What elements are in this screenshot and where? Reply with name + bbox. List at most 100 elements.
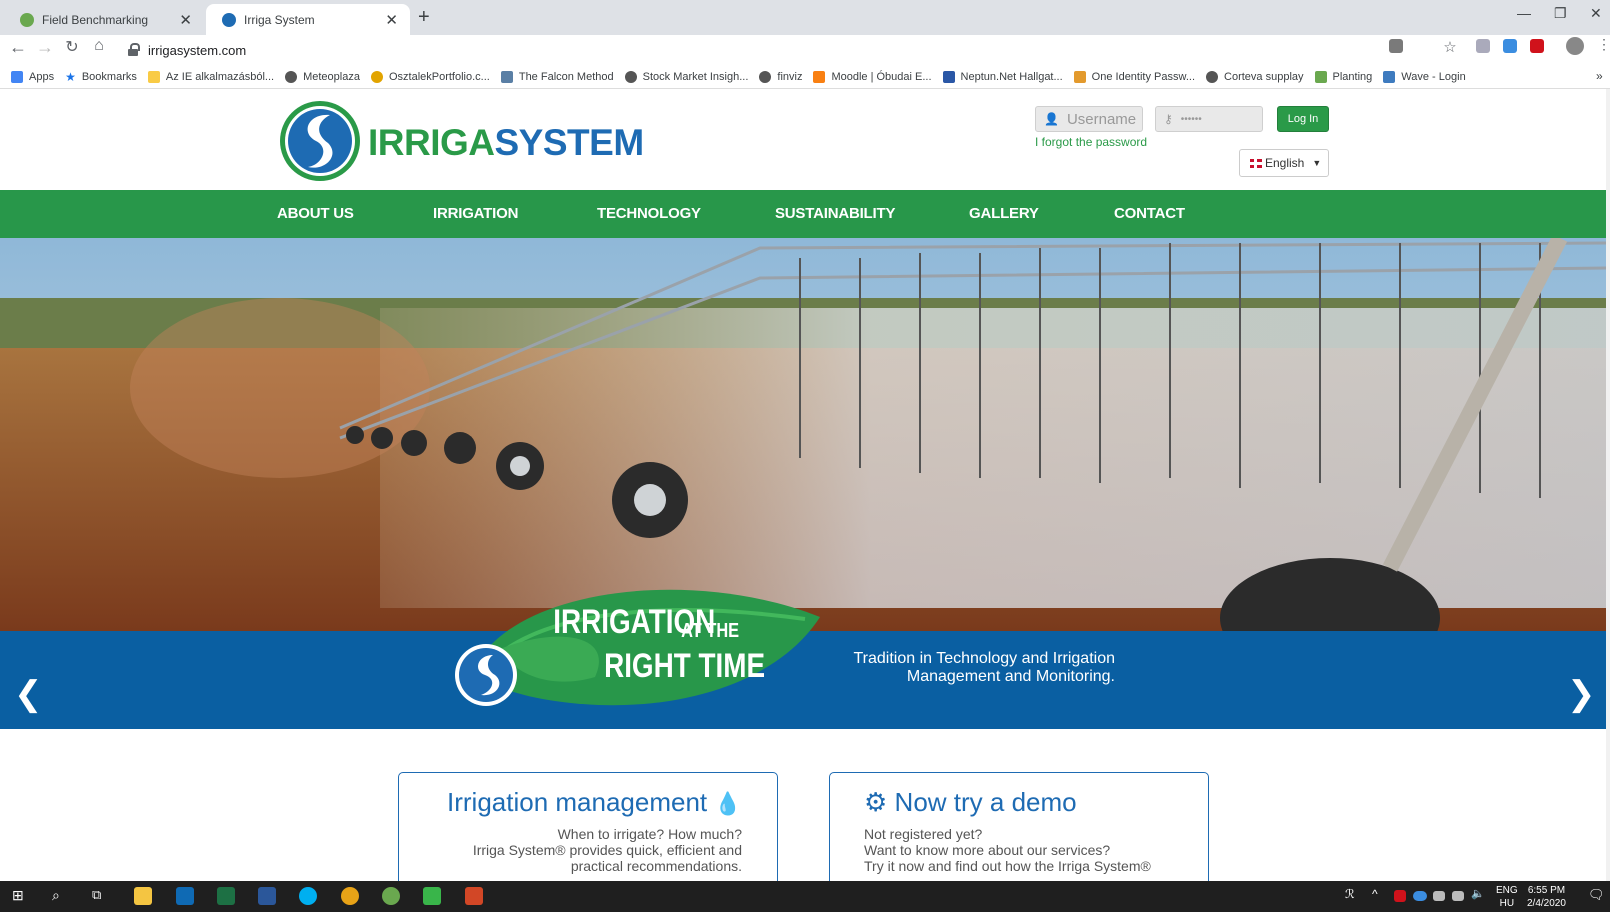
- start-icon[interactable]: ⊞: [12, 887, 30, 905]
- bookmark-finviz[interactable]: finviz: [759, 70, 802, 83]
- word-icon[interactable]: [258, 887, 276, 905]
- folder-icon: [147, 70, 160, 83]
- close-icon[interactable]: ✕: [179, 11, 192, 29]
- bookmark-star-icon[interactable]: ☆: [1438, 38, 1462, 56]
- volume-icon[interactable]: 🔈: [1471, 887, 1489, 905]
- windows-taskbar: ⊞ ⌕ ⧉ ℛ ^ 🔈 ENG HU 6:55 PM 2/4/2020 🗨: [0, 881, 1610, 912]
- bookmark-one-identity[interactable]: One Identity Passw...: [1073, 70, 1195, 83]
- site-icon: [1314, 70, 1327, 83]
- restore-icon[interactable]: ❐: [1554, 5, 1567, 22]
- globe-icon: [624, 70, 637, 83]
- network-icon[interactable]: [1452, 891, 1464, 901]
- bookmark-neptun[interactable]: Neptun.Net Hallgat...: [942, 70, 1063, 83]
- system-clock[interactable]: 6:55 PM 2/4/2020: [1527, 884, 1566, 910]
- bookmarks-overflow-icon[interactable]: »: [1596, 69, 1603, 83]
- outlook-icon[interactable]: [176, 887, 194, 905]
- login-button[interactable]: Log In: [1277, 106, 1329, 132]
- nav-contact[interactable]: CONTACT: [1114, 205, 1185, 222]
- moodle-icon: [813, 70, 826, 83]
- bookmark-moodle[interactable]: Moodle | Óbudai E...: [813, 70, 932, 83]
- tray-app-icon[interactable]: [1394, 890, 1406, 902]
- bookmark-stock-market[interactable]: Stock Market Insigh...: [624, 70, 748, 83]
- hero-irrigation-photo: [0, 238, 1606, 631]
- file-explorer-icon[interactable]: [134, 887, 152, 905]
- nav-technology[interactable]: TECHNOLOGY: [597, 205, 701, 222]
- nav-irrigation[interactable]: IRRIGATION: [433, 205, 518, 222]
- task-view-icon[interactable]: ⧉: [92, 887, 110, 905]
- slogan-right-time: RIGHT TIME: [604, 646, 765, 684]
- neptun-icon: [942, 70, 955, 83]
- home-icon[interactable]: ⌂: [87, 37, 111, 55]
- bookmark-osztalek[interactable]: OsztalekPortfolio.c...: [370, 70, 490, 83]
- key-icon: ⚷: [1164, 112, 1173, 126]
- language-select[interactable]: English ▼: [1239, 149, 1329, 177]
- apps-icon: [11, 70, 23, 83]
- close-icon[interactable]: ✕: [385, 11, 398, 29]
- tab-field-benchmarking[interactable]: Field Benchmarking ✕: [4, 4, 204, 35]
- notifications-icon[interactable]: 🗨: [1588, 887, 1606, 905]
- menu-icon[interactable]: ⋮: [1597, 36, 1610, 52]
- onedrive-icon[interactable]: [1413, 891, 1427, 901]
- card-text: When to irrigate? How much? Irriga Syste…: [472, 826, 742, 874]
- water-drop-icon: 💧: [714, 791, 742, 816]
- nav-sustainability[interactable]: SUSTAINABILITY: [775, 205, 895, 222]
- forward-icon[interactable]: →: [33, 37, 57, 58]
- bookmark-falcon[interactable]: The Falcon Method: [500, 70, 614, 83]
- tab-favicon-icon: [222, 12, 236, 27]
- back-icon[interactable]: ←: [6, 37, 30, 58]
- powerpoint-icon[interactable]: [465, 887, 483, 905]
- globe-icon: [1206, 70, 1219, 83]
- bookmark-folder[interactable]: Az IE alkalmazásból...: [147, 70, 274, 83]
- card-irrigation-management[interactable]: Irrigation management 💧 When to irrigate…: [398, 772, 778, 881]
- globe-icon: [285, 70, 298, 83]
- extension-icon[interactable]: [1476, 39, 1490, 53]
- bookmark-bookmarks[interactable]: ★ Bookmarks: [65, 71, 137, 83]
- tab-irriga-system[interactable]: Irriga System ✕: [206, 4, 410, 35]
- browser-toolbar: ← → ↻ ⌂ irrigasystem.com ⚿ ☆: [0, 35, 1610, 65]
- bookmark-apps[interactable]: Apps: [11, 70, 54, 83]
- page-scrollbar[interactable]: [1606, 89, 1610, 881]
- qgis-icon[interactable]: [382, 887, 400, 905]
- excel-icon[interactable]: [217, 887, 235, 905]
- reload-icon[interactable]: ↻: [60, 37, 84, 57]
- people-icon[interactable]: ℛ: [1345, 887, 1363, 905]
- nav-about-us[interactable]: ABOUT US: [277, 205, 354, 222]
- carousel-next-icon[interactable]: ❯: [1567, 674, 1596, 714]
- nav-gallery[interactable]: GALLERY: [969, 205, 1039, 222]
- username-input[interactable]: 👤 Username: [1035, 106, 1143, 132]
- skype-icon[interactable]: [299, 887, 317, 905]
- input-language-indicator[interactable]: ENG HU: [1496, 884, 1518, 910]
- address-bar[interactable]: irrigasystem.com: [118, 37, 1374, 63]
- bookmark-wave[interactable]: Wave - Login: [1383, 70, 1466, 83]
- extension-icon[interactable]: [1530, 39, 1544, 53]
- card-try-demo[interactable]: ⚙ Now try a demo Not registered yet? Wan…: [829, 772, 1209, 881]
- extension-icon[interactable]: [1389, 39, 1403, 53]
- bookmark-corteva[interactable]: Corteva supplay: [1206, 70, 1304, 83]
- hero-tagline: Tradition in Technology and Irrigation M…: [853, 650, 1116, 685]
- window-close-icon[interactable]: ✕: [1590, 5, 1602, 22]
- site-logo[interactable]: IRRIGASYSTEM: [278, 99, 644, 183]
- password-input[interactable]: ⚷ ••••••: [1155, 106, 1263, 132]
- battery-icon[interactable]: [1433, 891, 1445, 901]
- avatar[interactable]: [1566, 37, 1584, 55]
- carousel-prev-icon[interactable]: ❮: [14, 674, 43, 714]
- new-tab-icon[interactable]: +: [418, 6, 430, 29]
- url-text: irrigasystem.com: [148, 42, 247, 58]
- forgot-password-link[interactable]: I forgot the password: [1035, 135, 1147, 149]
- extension-icon[interactable]: [1503, 39, 1517, 53]
- uk-flag-icon: [1250, 158, 1262, 168]
- card-title: ⚙ Now try a demo: [864, 787, 1077, 817]
- chrome-icon[interactable]: [341, 887, 359, 905]
- gear-icon: ⚙: [864, 787, 888, 817]
- search-icon[interactable]: ⌕: [52, 887, 70, 905]
- app-icon[interactable]: [423, 887, 441, 905]
- tab-favicon-icon: [20, 12, 34, 27]
- caret-down-icon: ▼: [1312, 158, 1322, 168]
- irrigasystem-logo-icon: [280, 101, 360, 181]
- slogan-leaf-graphic: IRRIGATION AT THE RIGHT TIME: [455, 589, 820, 706]
- bookmark-planting[interactable]: Planting: [1314, 70, 1372, 83]
- minimize-icon[interactable]: —: [1517, 5, 1531, 21]
- tray-expand-icon[interactable]: ^: [1372, 887, 1390, 905]
- tab-title: Field Benchmarking: [42, 12, 149, 27]
- bookmark-meteoplaza[interactable]: Meteoplaza: [285, 70, 360, 83]
